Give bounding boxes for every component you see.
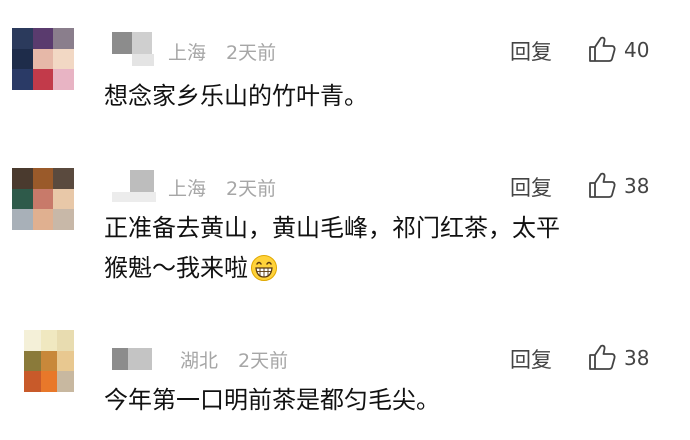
grinning-face-icon <box>251 255 277 281</box>
avatar-pixel <box>12 69 33 90</box>
username-mosaic-lower <box>112 192 156 202</box>
username-mosaic[interactable] <box>112 32 152 54</box>
avatar-pixel <box>53 69 74 90</box>
comment-time: 2天前 <box>226 42 277 64</box>
comment-text: 今年第一口明前茶是都匀毛尖。 <box>104 386 440 414</box>
avatar-pixel <box>24 350 41 372</box>
comment-text-line: 猴魁～我来啦 <box>104 248 664 288</box>
avatar-pixel <box>57 350 74 372</box>
avatar-pixel <box>24 330 41 351</box>
avatar-pixel <box>40 330 58 351</box>
comment-text-line: 正准备去黄山，黄山毛峰，祁门红茶，太平 <box>104 214 560 242</box>
comment-text: 正准备去黄山，黄山毛峰，祁门红茶，太平 猴魁～我来啦 <box>104 208 664 288</box>
comment-location: 上海 <box>168 42 207 64</box>
avatar-pixel <box>12 209 33 230</box>
comment-time: 2天前 <box>238 350 289 372</box>
avatar-pixel <box>12 188 33 210</box>
comment-text-segment: 猴魁～我来啦 <box>104 254 248 282</box>
avatar-pixel <box>32 209 54 230</box>
like-count: 40 <box>624 38 650 62</box>
avatar-pixel <box>53 168 74 189</box>
username-mosaic-lower <box>132 54 154 66</box>
avatar-pixel <box>12 168 33 189</box>
avatar-pixel <box>32 168 54 189</box>
avatar-pixel <box>57 330 74 351</box>
comment-location: 上海 <box>168 178 207 200</box>
avatar-pixel <box>53 209 74 230</box>
thumbs-up-icon[interactable] <box>588 171 616 199</box>
avatar-pixel <box>53 48 74 70</box>
avatar-pixel <box>32 69 54 90</box>
avatar-pixel <box>53 28 74 49</box>
avatar[interactable] <box>24 330 74 392</box>
avatar-pixel <box>53 188 74 210</box>
thumbs-up-icon[interactable] <box>588 35 616 63</box>
avatar-pixel <box>24 371 41 392</box>
avatar-pixel <box>32 48 54 70</box>
comment-text: 想念家乡乐山的竹叶青。 <box>104 82 368 110</box>
comment-time: 2天前 <box>226 178 277 200</box>
username-mosaic[interactable] <box>130 170 154 192</box>
reply-button[interactable]: 回复 <box>510 172 552 202</box>
like-count: 38 <box>624 346 650 370</box>
thumbs-up-icon[interactable] <box>588 343 616 371</box>
avatar-pixel <box>32 188 54 210</box>
avatar-pixel <box>12 28 33 49</box>
avatar[interactable] <box>12 168 74 230</box>
avatar-pixel <box>40 350 58 372</box>
avatar-pixel <box>32 28 54 49</box>
avatar-pixel <box>57 371 74 392</box>
avatar-pixel <box>40 371 58 392</box>
like-count: 38 <box>624 174 650 198</box>
avatar[interactable] <box>12 28 74 90</box>
avatar-pixel <box>12 48 33 70</box>
username-mosaic[interactable] <box>112 348 152 370</box>
reply-button[interactable]: 回复 <box>510 36 552 66</box>
comment-location: 湖北 <box>180 350 219 372</box>
reply-button[interactable]: 回复 <box>510 344 552 374</box>
